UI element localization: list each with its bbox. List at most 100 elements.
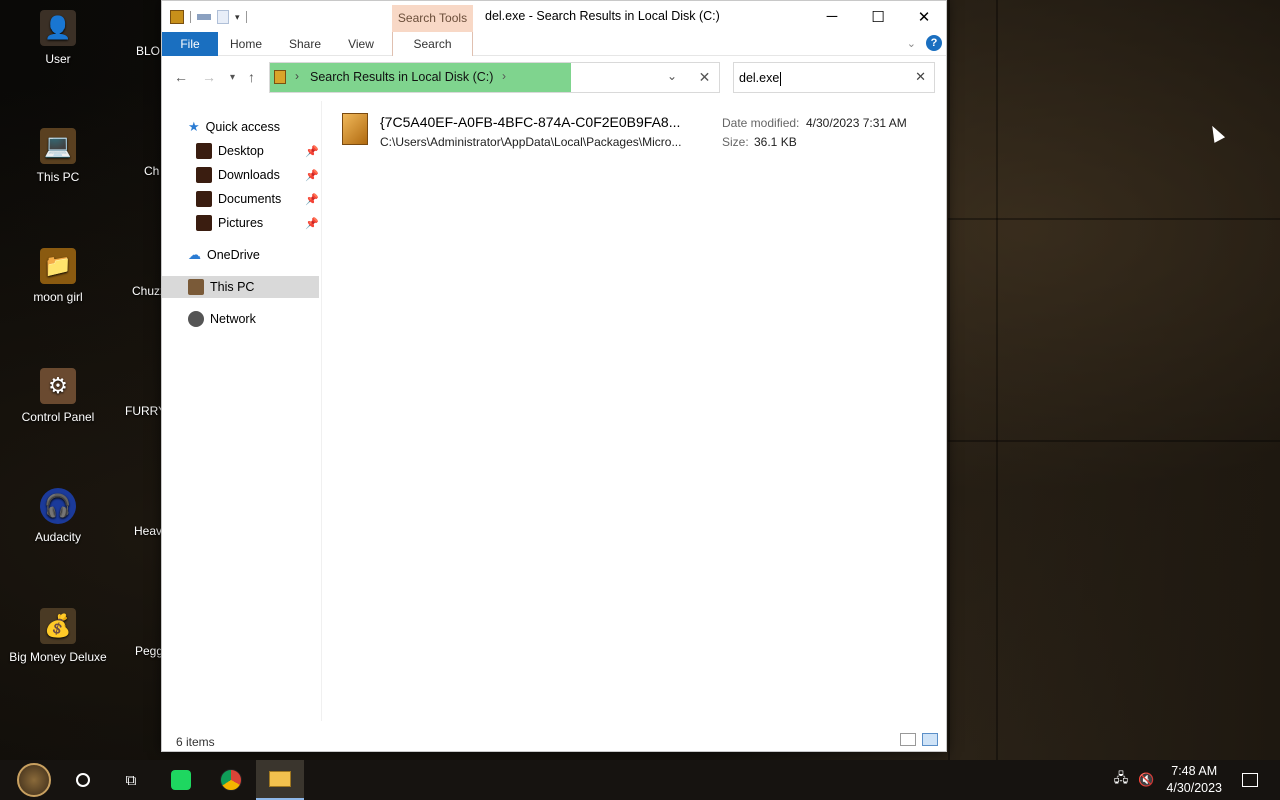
title-bar[interactable]: ▾ Search Tools del.exe - Search Results … [162, 1, 946, 32]
wallpaper-seam [948, 218, 1280, 220]
wallpaper-seam [948, 0, 950, 760]
toolbar-divider [190, 11, 191, 23]
pin-icon[interactable]: 📌 [305, 217, 319, 230]
quick-access-toolbar: ▾ [170, 8, 247, 26]
desktop-folder-icon [196, 143, 212, 159]
nav-label: OneDrive [207, 248, 260, 262]
chat-app-icon [171, 770, 191, 790]
forward-arrow-icon[interactable]: → [202, 69, 216, 85]
recent-locations-icon[interactable]: ▾ [230, 72, 235, 83]
back-arrow-icon[interactable]: ← [174, 69, 188, 85]
desktop-icon-control-panel[interactable]: ⚙ Control Panel [3, 368, 113, 424]
new-folder-icon[interactable] [217, 10, 229, 24]
nav-desktop[interactable]: Desktop 📌 [162, 140, 319, 162]
pin-icon[interactable]: 📌 [305, 145, 319, 158]
pin-icon[interactable]: 📌 [305, 169, 319, 182]
chevron-right-icon[interactable]: › [502, 69, 506, 83]
chevron-right-icon[interactable]: › [295, 69, 299, 83]
chrome-icon [220, 769, 242, 791]
desktop-icon-audacity[interactable]: 🎧 Audacity [3, 488, 113, 544]
minimize-button[interactable]: ─ [809, 1, 855, 32]
large-icons-view-icon[interactable] [922, 733, 938, 746]
nav-documents[interactable]: Documents 📌 [162, 188, 319, 210]
control-panel-icon: ⚙ [40, 368, 76, 404]
tab-share[interactable]: Share [280, 32, 330, 56]
taskbar-app-file-explorer[interactable] [256, 760, 304, 800]
computer-icon [188, 279, 204, 295]
search-result-item[interactable]: {7C5A40EF-A0FB-4BFC-874A-C0F2E0B9FA8... … [342, 111, 932, 157]
desktop-icon-this-pc[interactable]: 💻 This PC [3, 128, 113, 184]
start-button[interactable] [10, 760, 58, 800]
star-icon: ★ [188, 119, 200, 134]
desktop-icon-moon-girl[interactable]: 📁 moon girl [3, 248, 113, 304]
maximize-button[interactable]: ☐ [855, 1, 901, 32]
tab-search[interactable]: Search [392, 32, 473, 56]
details-view-icon[interactable] [900, 733, 916, 746]
tab-home[interactable]: Home [220, 32, 272, 56]
close-button[interactable]: ✕ [901, 1, 947, 32]
nav-pictures[interactable]: Pictures 📌 [162, 212, 319, 234]
desktop-icon-partial[interactable]: Chuzz [106, 284, 166, 298]
clear-search-icon[interactable]: ✕ [915, 69, 926, 85]
stop-search-button[interactable]: ✕ [690, 62, 720, 93]
folder-icon [269, 771, 291, 787]
taskbar-app-chrome[interactable] [207, 760, 255, 800]
result-file-name: {7C5A40EF-A0FB-4BFC-874A-C0F2E0B9FA8... [380, 114, 681, 130]
search-tools-context-label: Search Tools [392, 5, 473, 32]
text-caret [780, 71, 782, 86]
ribbon-tabs: File Home Share View Search ⌄ ? [162, 32, 946, 56]
desktop-icon-label: Big Money Deluxe [9, 650, 107, 664]
nav-label: Quick access [205, 120, 280, 134]
start-icon [17, 763, 51, 797]
desktop-icon-label: Heav [134, 524, 163, 538]
nav-downloads[interactable]: Downloads 📌 [162, 164, 319, 186]
chevron-down-icon[interactable]: ⌄ [667, 69, 677, 83]
taskbar-app-spotify[interactable] [157, 760, 205, 800]
search-input[interactable]: del.exe ✕ [733, 62, 935, 93]
task-view-icon: ⧉ [125, 771, 137, 789]
desktop-icon-label: Control Panel [21, 410, 95, 424]
item-count: 6 items [176, 735, 215, 749]
volume-muted-icon[interactable]: 🔇 [1138, 772, 1154, 788]
help-icon[interactable]: ? [926, 35, 942, 51]
search-value: del.exe [739, 71, 782, 86]
size-value: 36.1 KB [754, 135, 797, 149]
search-button[interactable] [59, 760, 107, 800]
nav-network[interactable]: Network [162, 308, 319, 330]
address-bar[interactable]: › Search Results in Local Disk (C:) › ⌄ [269, 62, 720, 93]
properties-icon[interactable] [197, 14, 211, 20]
task-view-button[interactable]: ⧉ [107, 760, 155, 800]
status-bar: 6 items [162, 729, 946, 753]
nav-onedrive[interactable]: ☁ OneDrive [162, 244, 319, 266]
chevron-down-icon[interactable]: ▾ [235, 12, 240, 23]
tab-view[interactable]: View [337, 32, 385, 56]
clock[interactable]: 7:48 AM 4/30/2023 [1166, 763, 1222, 797]
up-arrow-icon[interactable]: ↑ [248, 69, 255, 85]
search-circle-icon [76, 773, 90, 787]
cloud-icon: ☁ [188, 247, 201, 262]
taskbar: ⧉ 🖧 🔇 7:48 AM 4/30/2023 [0, 760, 1280, 800]
desktop-icon-partial[interactable]: Heav [108, 524, 168, 538]
desktop-icon-partial[interactable]: FURRY [99, 404, 166, 418]
desktop-icon-big-money[interactable]: 💰 Big Money Deluxe [3, 608, 113, 664]
folder-icon: 📁 [40, 248, 76, 284]
desktop-icon-label: Pegg [135, 644, 164, 658]
pin-icon[interactable]: 📌 [305, 193, 319, 206]
mouse-cursor [1206, 123, 1226, 143]
notifications-icon[interactable] [1242, 773, 1258, 787]
desktop-icon-label: BLO [136, 44, 161, 58]
nav-this-pc[interactable]: This PC [162, 276, 319, 298]
folder-icon [274, 70, 286, 84]
network-icon[interactable]: 🖧 [1114, 769, 1129, 791]
nav-quick-access[interactable]: ★ Quick access [162, 116, 319, 138]
desktop-icon-user[interactable]: 👤 User [3, 10, 113, 66]
expand-ribbon-icon[interactable]: ⌄ [907, 37, 916, 50]
address-row: ← → ▾ ↑ › Search Results in Local Disk (… [162, 57, 946, 97]
computer-icon: 💻 [40, 128, 76, 164]
desktop-icon-partial[interactable]: Pegg [109, 644, 169, 658]
nav-label: Downloads [218, 168, 280, 182]
tab-file[interactable]: File [162, 32, 218, 56]
desktop-icon-label: FURRY [125, 404, 167, 418]
ribbon-right-controls: ⌄ ? [907, 35, 942, 51]
folder-icon[interactable] [170, 10, 184, 24]
